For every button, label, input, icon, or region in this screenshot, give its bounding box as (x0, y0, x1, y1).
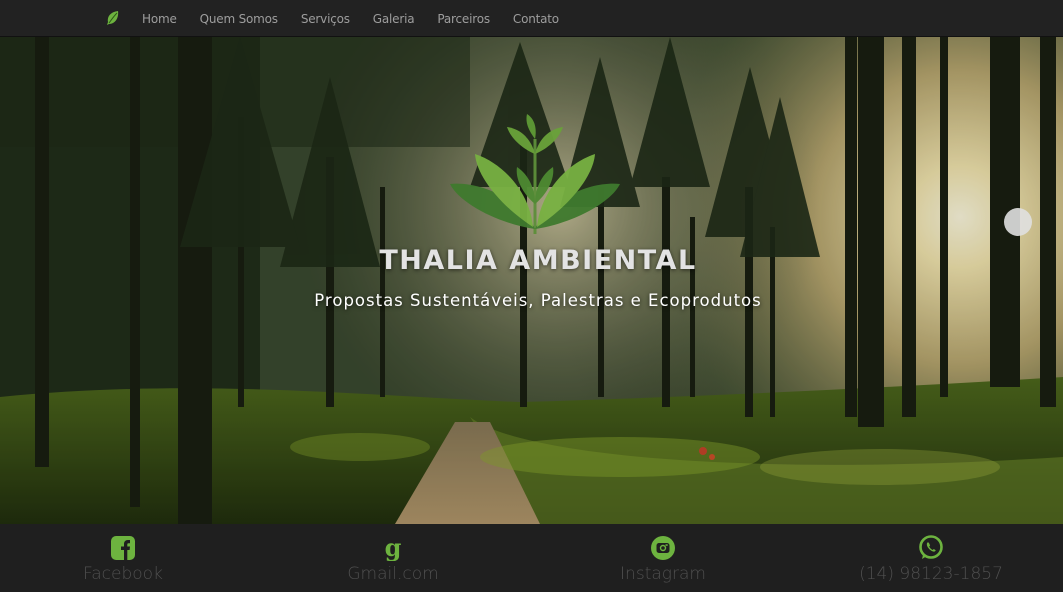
facebook-icon (111, 536, 135, 560)
nav-galeria[interactable]: Galeria (373, 12, 415, 26)
plant-leaves-icon (450, 114, 620, 234)
instagram-icon (651, 536, 675, 560)
whatsapp-icon (919, 535, 943, 559)
nav-menu: Home Quem Somos Serviços Galeria Parceir… (142, 0, 582, 37)
nav-parceiros[interactable]: Parceiros (437, 12, 490, 26)
footer-facebook-label: Facebook (83, 564, 163, 584)
leaf-icon[interactable] (106, 10, 120, 26)
nav-home[interactable]: Home (142, 12, 177, 26)
contact-footer: Facebook g Gmail.com Instagram (14) 9812… (0, 524, 1063, 592)
nav-contato[interactable]: Contato (513, 12, 559, 26)
navbar: Home Quem Somos Serviços Galeria Parceir… (0, 0, 1063, 37)
hero-banner: THALIA AMBIENTAL Propostas Sustentáveis,… (0, 37, 1063, 524)
footer-instagram-label: Instagram (620, 564, 706, 584)
footer-whatsapp-link[interactable]: (14) 98123-1857 (806, 524, 1056, 592)
nav-quem-somos[interactable]: Quem Somos (200, 12, 278, 26)
footer-whatsapp-label: (14) 98123-1857 (859, 564, 1003, 584)
footer-facebook-link[interactable]: Facebook (0, 524, 248, 592)
hero-subtitle: Propostas Sustentáveis, Palestras e Ecop… (314, 291, 762, 310)
nav-servicos[interactable]: Serviços (301, 12, 350, 26)
footer-instagram-link[interactable]: Instagram (538, 524, 788, 592)
svg-text:g: g (385, 535, 402, 561)
gmail-icon: g (385, 535, 402, 561)
hero-title: THALIA AMBIENTAL (379, 245, 697, 276)
footer-gmail-label: Gmail.com (347, 564, 439, 584)
footer-gmail-link[interactable]: g Gmail.com (268, 524, 518, 592)
